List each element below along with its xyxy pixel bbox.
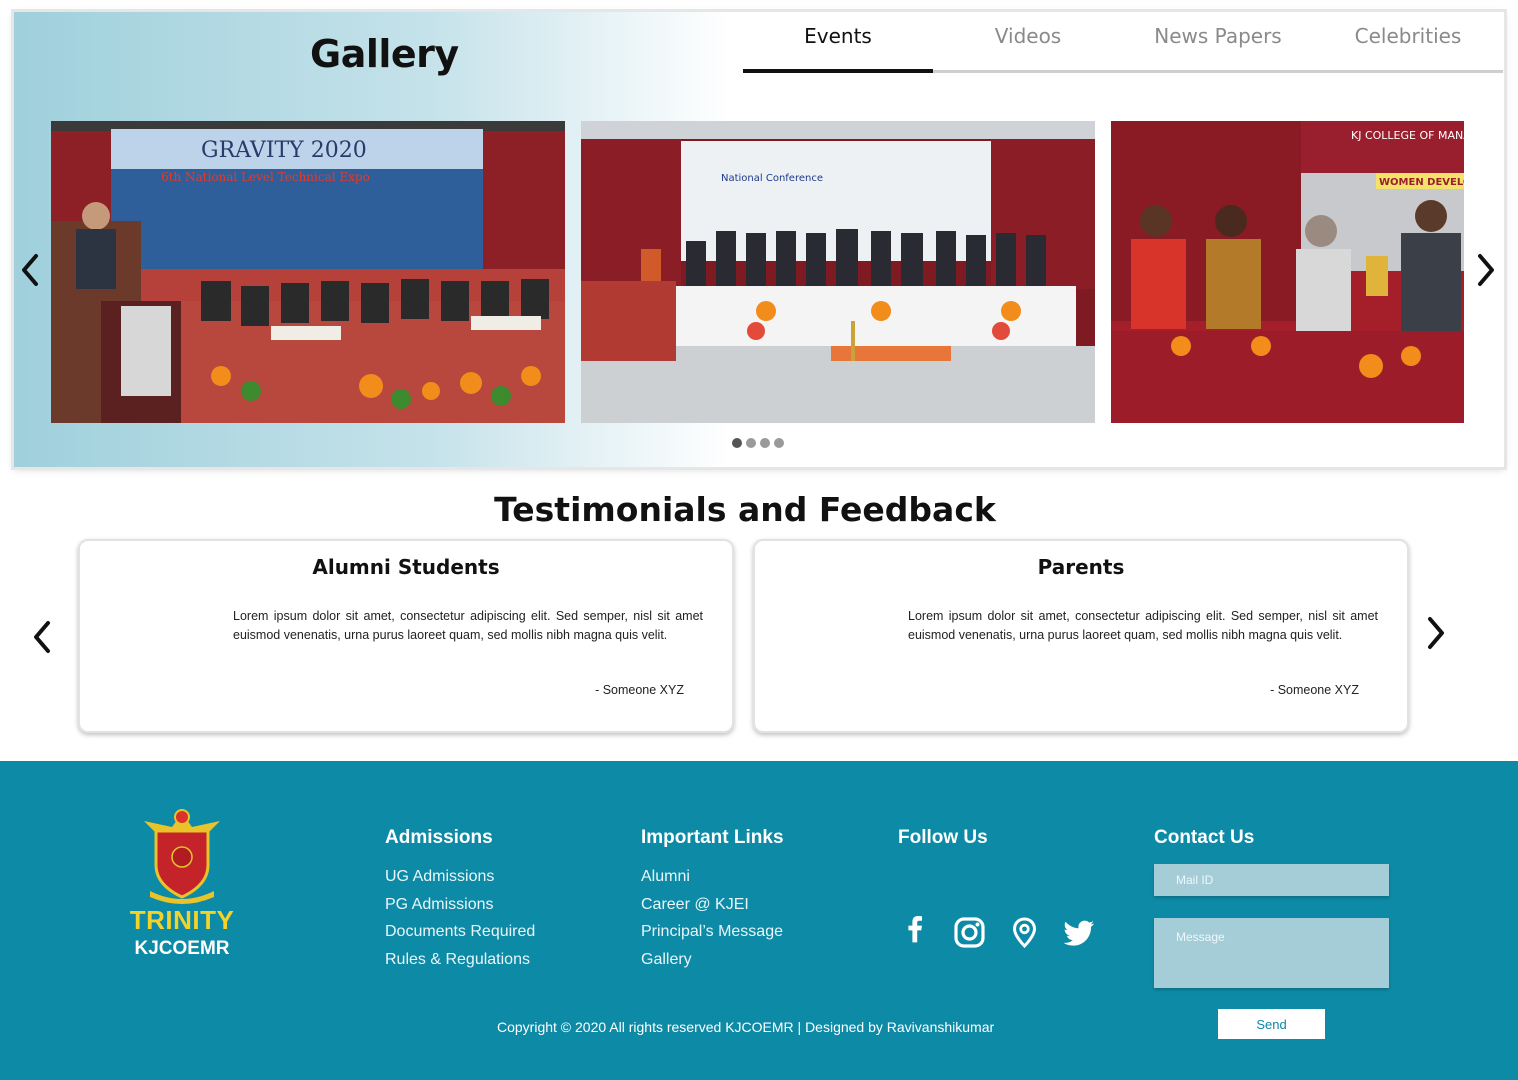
admissions-heading: Admissions bbox=[385, 827, 493, 848]
link-gallery[interactable]: Gallery bbox=[641, 946, 784, 974]
social-links bbox=[898, 916, 1096, 949]
carousel-dots bbox=[732, 438, 784, 448]
chevron-right-icon bbox=[1428, 617, 1444, 649]
college-logo[interactable]: TRINITY KJCOEMR bbox=[126, 807, 238, 960]
follow-heading: Follow Us bbox=[898, 827, 988, 848]
link-career[interactable]: Career @ KJEI bbox=[641, 891, 784, 919]
testimonial-heading: Parents bbox=[1037, 555, 1125, 579]
testimonial-heading: Alumni Students bbox=[312, 555, 500, 579]
testimonial-card-parents: Parents Lorem ipsum dolor sit amet, cons… bbox=[753, 539, 1409, 733]
testimonial-author: - Someone XYZ bbox=[595, 683, 684, 697]
testimonial-text: Lorem ipsum dolor sit amet, consectetur … bbox=[233, 609, 703, 642]
message-field[interactable] bbox=[1154, 918, 1389, 988]
tab-events[interactable]: Events bbox=[743, 20, 933, 73]
chevron-right-icon bbox=[1478, 254, 1494, 286]
link-ug-admissions[interactable]: UG Admissions bbox=[385, 863, 535, 891]
instagram-icon[interactable] bbox=[953, 916, 986, 949]
link-pg-admissions[interactable]: PG Admissions bbox=[385, 891, 535, 919]
contact-heading: Contact Us bbox=[1154, 827, 1255, 848]
gallery-tabs: Events Videos News Papers Celebrities bbox=[743, 20, 1503, 73]
gallery-next-button[interactable] bbox=[1474, 250, 1498, 297]
gallery-photo-2[interactable]: National Conference bbox=[581, 121, 1095, 423]
photo-banner-text: National Conference bbox=[721, 173, 823, 184]
link-rules-regulations[interactable]: Rules & Regulations bbox=[385, 946, 535, 974]
crest-icon bbox=[144, 809, 220, 904]
link-documents-required[interactable]: Documents Required bbox=[385, 918, 535, 946]
photo-banner-subtext: 6th National Level Technical Expo bbox=[161, 170, 370, 184]
gallery-photo-1[interactable]: GRAVITY 2020 6th National Level Technica… bbox=[51, 121, 565, 423]
mail-id-field[interactable] bbox=[1154, 864, 1389, 896]
chevron-left-icon bbox=[34, 621, 50, 653]
carousel-dot-2[interactable] bbox=[746, 438, 756, 448]
carousel-dot-4[interactable] bbox=[774, 438, 784, 448]
facebook-icon[interactable] bbox=[898, 916, 931, 949]
photo-banner-text: GRAVITY 2020 bbox=[201, 138, 367, 163]
testimonials-next-button[interactable] bbox=[1424, 613, 1448, 660]
follow-column: Follow Us bbox=[898, 827, 988, 863]
gallery-section: Gallery Events Videos News Papers Celebr… bbox=[14, 12, 1504, 467]
brand-name: TRINITY bbox=[129, 905, 235, 935]
tab-celebrities[interactable]: Celebrities bbox=[1313, 20, 1503, 70]
contact-column: Contact Us bbox=[1154, 827, 1254, 863]
testimonials-title: Testimonials and Feedback bbox=[494, 490, 996, 529]
copyright-text: Copyright © 2020 All rights reserved KJC… bbox=[497, 1019, 995, 1035]
carousel-dot-3[interactable] bbox=[760, 438, 770, 448]
tab-news-papers[interactable]: News Papers bbox=[1123, 20, 1313, 70]
testimonial-card-alumni: Alumni Students Lorem ipsum dolor sit am… bbox=[78, 539, 734, 733]
photo-banner-subtext: WOMEN DEVELO bbox=[1379, 177, 1464, 188]
link-alumni[interactable]: Alumni bbox=[641, 863, 784, 891]
photo-banner-text: KJ COLLEGE OF MANAGEMENT bbox=[1351, 129, 1464, 142]
chevron-left-icon bbox=[22, 254, 38, 286]
gallery-photo-3[interactable]: KJ COLLEGE OF MANAGEMENT WOMEN DEVELO bbox=[1111, 121, 1464, 423]
carousel-dot-1[interactable] bbox=[732, 438, 742, 448]
twitter-icon[interactable] bbox=[1063, 916, 1096, 949]
testimonials-prev-button[interactable] bbox=[30, 617, 54, 664]
tab-videos[interactable]: Videos bbox=[933, 20, 1123, 70]
gallery-title: Gallery bbox=[310, 32, 459, 76]
brand-subtitle: KJCOEMR bbox=[134, 938, 230, 959]
gallery-prev-button[interactable] bbox=[18, 250, 42, 297]
testimonial-author: - Someone XYZ bbox=[1270, 683, 1359, 697]
site-footer: TRINITY KJCOEMR Admissions UG Admissions… bbox=[0, 761, 1518, 1080]
important-links-heading: Important Links bbox=[641, 827, 784, 848]
admissions-column: Admissions UG Admissions PG Admissions D… bbox=[385, 827, 535, 973]
location-pin-icon[interactable] bbox=[1008, 916, 1041, 949]
important-links-column: Important Links Alumni Career @ KJEI Pri… bbox=[641, 827, 784, 973]
testimonial-text: Lorem ipsum dolor sit amet, consectetur … bbox=[908, 609, 1378, 642]
send-button[interactable]: Send bbox=[1218, 1009, 1325, 1039]
link-principals-message[interactable]: Principal’s Message bbox=[641, 918, 784, 946]
